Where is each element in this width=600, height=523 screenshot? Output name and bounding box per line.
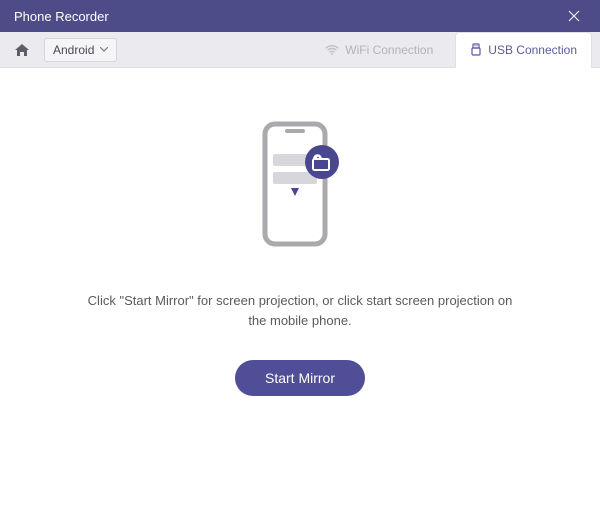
close-button[interactable]: [558, 0, 590, 32]
start-mirror-button[interactable]: Start Mirror: [235, 360, 365, 396]
platform-dropdown[interactable]: Android: [44, 38, 117, 62]
phone-cast-illustration: [245, 118, 355, 263]
wifi-icon: [325, 44, 339, 55]
tab-wifi-connection[interactable]: WiFi Connection: [311, 32, 447, 68]
tab-label: WiFi Connection: [345, 43, 433, 57]
close-icon: [568, 10, 580, 22]
chevron-down-icon: [100, 44, 108, 55]
content-area: Click "Start Mirror" for screen projecti…: [0, 68, 600, 523]
tab-usb-connection[interactable]: USB Connection: [455, 32, 592, 68]
app-window: Phone Recorder Android WiFi Connection U…: [0, 0, 600, 523]
toolbar: Android WiFi Connection USB Connection: [0, 32, 600, 68]
home-button[interactable]: [8, 38, 36, 62]
tab-label: USB Connection: [488, 43, 577, 57]
platform-selected-label: Android: [53, 43, 94, 57]
instruction-text: Click "Start Mirror" for screen projecti…: [85, 291, 515, 330]
titlebar: Phone Recorder: [0, 0, 600, 32]
home-icon: [14, 43, 30, 57]
window-title: Phone Recorder: [14, 9, 558, 24]
usb-icon: [470, 43, 482, 57]
start-mirror-label: Start Mirror: [265, 370, 335, 386]
